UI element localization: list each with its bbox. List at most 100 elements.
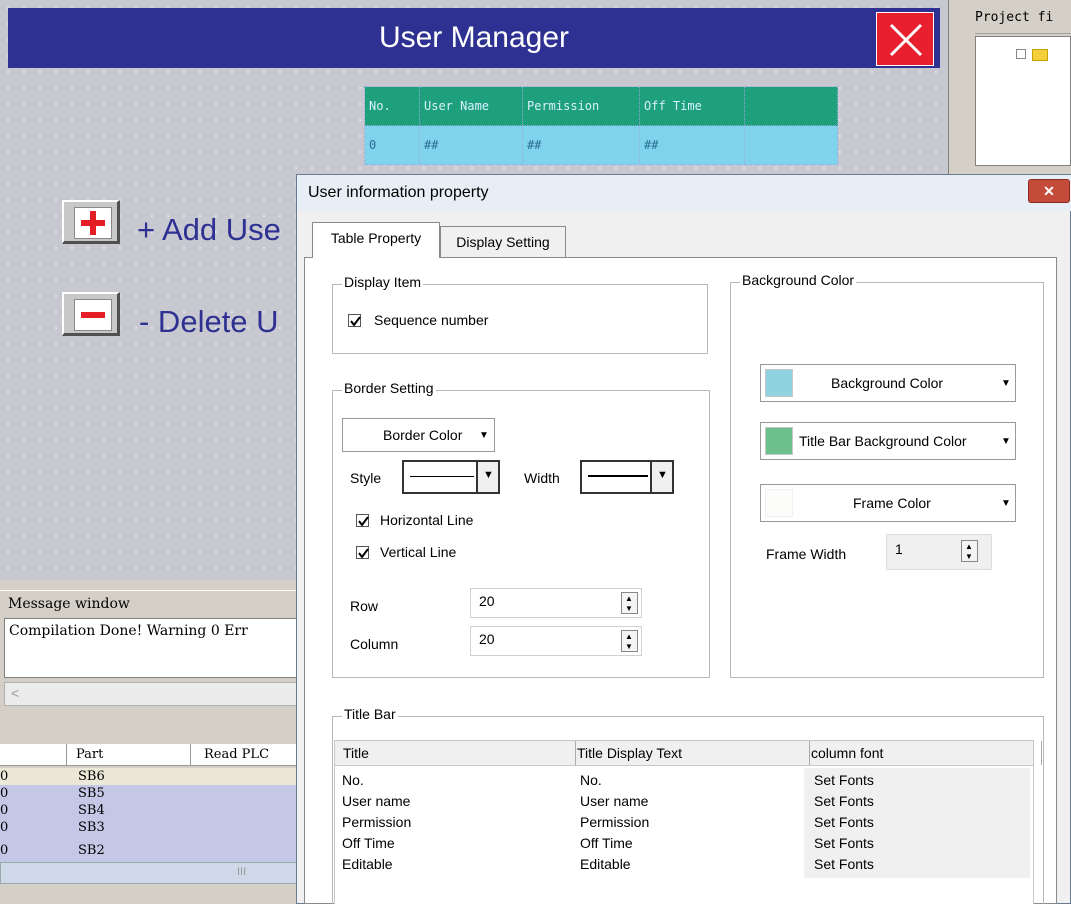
- border-color-dropdown[interactable]: Border Color ▼: [342, 418, 495, 452]
- part-row[interactable]: 0 SB6: [0, 768, 300, 785]
- preview-cell: ##: [639, 125, 745, 165]
- preview-cell: 0: [364, 125, 420, 165]
- display-text-cell[interactable]: User name: [580, 793, 648, 810]
- screen-close-button[interactable]: [876, 12, 934, 66]
- spin-arrows-icon[interactable]: ▲ ▼: [621, 630, 638, 652]
- scroll-grip-icon: III: [237, 866, 247, 878]
- row-spinner[interactable]: 20 ▲ ▼: [470, 588, 642, 618]
- part-index: 0: [0, 843, 9, 858]
- font-cell[interactable]: Set Fonts: [814, 856, 874, 873]
- tab-display-setting[interactable]: Display Setting: [440, 226, 566, 258]
- preview-cell: [744, 125, 838, 165]
- project-tree[interactable]: [975, 36, 1071, 166]
- preview-cell: ##: [419, 125, 523, 165]
- part-index: 0: [0, 786, 9, 801]
- header-title: User Manager: [378, 21, 570, 54]
- delete-user-label: - Delete U: [139, 304, 279, 339]
- part-list-scrollbar[interactable]: III: [0, 862, 300, 884]
- horizontal-line-checkbox[interactable]: [356, 514, 369, 527]
- row-label: Row: [350, 598, 379, 614]
- preview-data-row: 0 ## ## ##: [364, 125, 838, 165]
- display-text-cell[interactable]: Off Time: [580, 835, 633, 852]
- frame-color-swatch: [765, 489, 793, 517]
- dropdown-arrow-icon: ▼: [650, 462, 672, 492]
- display-item-title: Display Item: [342, 274, 424, 290]
- checkmark-icon: [358, 516, 369, 527]
- title-bar-color-dropdown[interactable]: Title Bar Background Color ▼: [760, 422, 1016, 460]
- part-list-header: Part Read PLC: [0, 744, 300, 766]
- font-cell[interactable]: Set Fonts: [814, 793, 874, 810]
- part-index: 0: [0, 769, 9, 784]
- dropdown-arrow-icon: ▼: [1001, 498, 1011, 509]
- delete-user-button[interactable]: [62, 292, 120, 336]
- part-row[interactable]: 0 SB2: [0, 836, 300, 862]
- title-cell[interactable]: Permission: [342, 814, 411, 831]
- part-column-header: Part: [76, 747, 104, 762]
- display-text-cell[interactable]: Editable: [580, 856, 631, 873]
- title-cell[interactable]: Off Time: [342, 835, 395, 852]
- dialog-title: User information property: [308, 184, 489, 201]
- frame-color-dropdown[interactable]: Frame Color ▼: [760, 484, 1016, 522]
- column-value: 20: [479, 631, 495, 647]
- tab-table-property[interactable]: Table Property: [312, 222, 440, 258]
- title-column-header[interactable]: Title: [335, 741, 576, 765]
- background-color-group: [730, 282, 1044, 678]
- message-window-body: Compilation Done! Warning 0 Err: [4, 618, 300, 678]
- border-color-swatch: [345, 421, 373, 449]
- part-name: SB3: [78, 820, 105, 835]
- part-row[interactable]: 0 SB5: [0, 785, 300, 802]
- vertical-line-checkbox[interactable]: [356, 546, 369, 559]
- part-row[interactable]: 0 SB4: [0, 802, 300, 819]
- background-color-dropdown[interactable]: Background Color ▼: [760, 364, 1016, 402]
- dropdown-arrow-icon: ▼: [479, 430, 489, 441]
- close-icon: ✕: [1043, 183, 1055, 199]
- column-font-column-header[interactable]: column font: [803, 741, 1042, 765]
- title-cell[interactable]: No.: [342, 772, 364, 789]
- part-name: SB5: [78, 786, 105, 801]
- panel-divider: [0, 708, 300, 742]
- display-text-column-header[interactable]: Title Display Text: [569, 741, 810, 765]
- border-width-dropdown[interactable]: ▼: [580, 460, 674, 494]
- frame-width-spinner[interactable]: 1 ▲ ▼: [886, 534, 992, 570]
- preview-header-row: No. User Name Permission Off Time: [364, 86, 838, 126]
- width-label: Width: [524, 470, 560, 486]
- part-row[interactable]: 0 SB3: [0, 819, 300, 836]
- dropdown-arrow-icon: ▼: [1001, 378, 1011, 389]
- border-style-dropdown[interactable]: ▼: [402, 460, 500, 494]
- checkmark-icon: [350, 316, 361, 327]
- message-scrollbar[interactable]: <: [4, 682, 300, 706]
- border-setting-title: Border Setting: [342, 380, 436, 396]
- tree-expand-icon[interactable]: [1016, 49, 1026, 59]
- sequence-number-checkbox[interactable]: [348, 314, 361, 327]
- font-cell[interactable]: Set Fonts: [814, 835, 874, 852]
- checkmark-icon: [358, 548, 369, 559]
- display-text-cell[interactable]: No.: [580, 772, 602, 789]
- title-bar-color-label: Title Bar Background Color: [799, 433, 967, 449]
- horizontal-line-label: Horizontal Line: [380, 512, 474, 528]
- display-text-cell[interactable]: Permission: [580, 814, 649, 831]
- title-cell[interactable]: Editable: [342, 856, 393, 873]
- background-color-swatch: [765, 369, 793, 397]
- project-panel-title: Project fi: [975, 10, 1071, 34]
- minus-icon: [74, 299, 112, 331]
- style-label: Style: [350, 470, 382, 486]
- folder-icon: [1032, 49, 1048, 61]
- font-cell[interactable]: Set Fonts: [814, 814, 874, 831]
- spin-arrows-icon[interactable]: ▲ ▼: [621, 592, 638, 614]
- font-cell[interactable]: Set Fonts: [814, 772, 874, 789]
- scroll-left-icon[interactable]: <: [11, 685, 19, 701]
- border-color-label: Border Color: [383, 427, 463, 443]
- column-spinner[interactable]: 20 ▲ ▼: [470, 626, 642, 656]
- add-user-label: + Add Use: [137, 212, 281, 247]
- message-window-title: Message window: [0, 590, 300, 616]
- add-user-button[interactable]: [62, 200, 120, 244]
- preview-header-cell: Off Time: [639, 86, 745, 126]
- title-cell[interactable]: User name: [342, 793, 410, 810]
- user-table-preview[interactable]: No. User Name Permission Off Time 0 ## #…: [364, 86, 838, 165]
- preview-header-cell: User Name: [419, 86, 523, 126]
- dialog-close-button[interactable]: ✕: [1028, 179, 1070, 203]
- title-bar-title: Title Bar: [342, 706, 398, 722]
- preview-header-cell: No.: [364, 86, 420, 126]
- spin-arrows-icon[interactable]: ▲ ▼: [961, 540, 978, 562]
- frame-width-value: 1: [895, 541, 903, 557]
